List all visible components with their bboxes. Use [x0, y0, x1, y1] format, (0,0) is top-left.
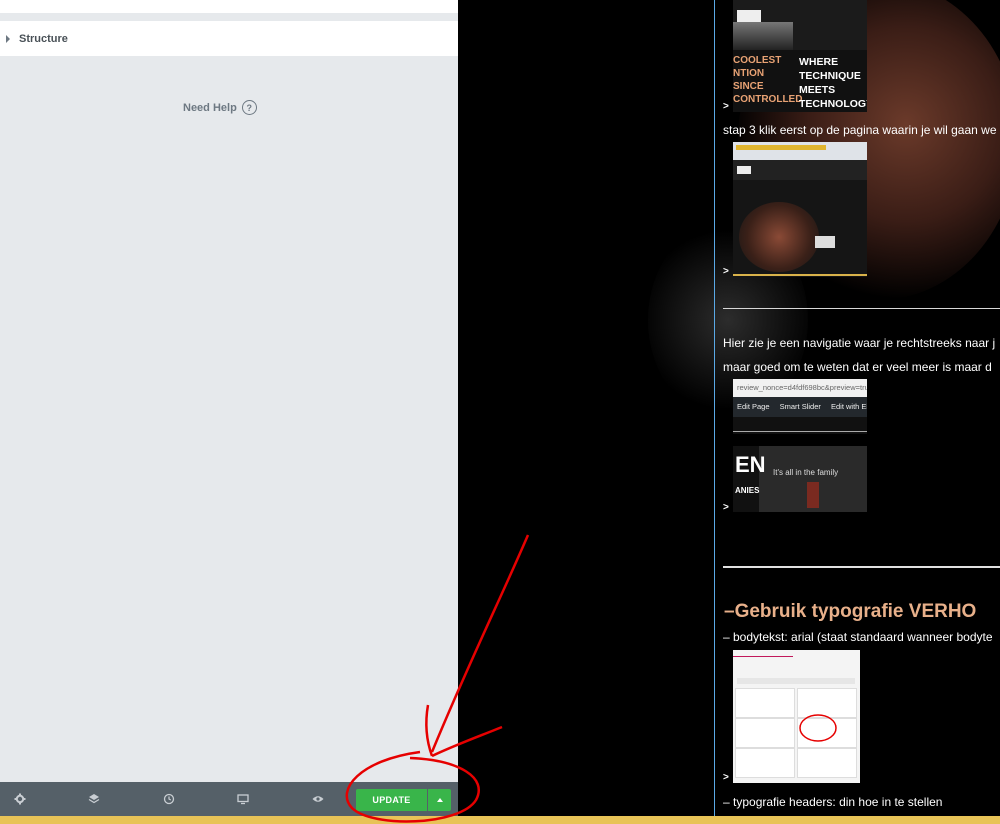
editor-panel: Structure Need Help ? — [0, 0, 458, 782]
thumb-logo: EN — [735, 452, 766, 477]
headers-text: – typografie headers: din hoe in te stel… — [723, 795, 943, 809]
page-preview: COOLEST NTION SINCE CONTROLLED WHERE TEC… — [458, 0, 1000, 816]
thumb-logo-sub: ANIES — [735, 486, 760, 495]
question-icon: ? — [241, 100, 257, 115]
need-help-label: Need Help — [183, 101, 237, 114]
thumbnail-family-banner: EN ANIES It's all in the family — [733, 446, 867, 512]
settings-icon[interactable] — [12, 791, 28, 807]
step3-text: stap 3 klik eerst op de pagina waarin je… — [723, 123, 997, 137]
update-options-button[interactable] — [428, 789, 451, 811]
thumb-url-text: review_nonce=d4fdf698bc&preview=true — [733, 379, 867, 397]
heading-typografie: –Gebruik typografie VERHO — [724, 601, 977, 622]
thumb-text-line: NTION SINCE — [733, 68, 765, 92]
thumb-text-line: CONTROLLED — [733, 94, 803, 105]
structure-label: Structure — [19, 32, 68, 45]
arrow-marker: > — [723, 772, 729, 783]
thumbnail-admin-bar: review_nonce=d4fdf698bc&preview=true Edi… — [733, 379, 867, 434]
arrow-marker: > — [723, 266, 729, 277]
thumbnail-website-hero: COOLEST NTION SINCE CONTROLLED WHERE TEC… — [733, 0, 867, 112]
layers-icon[interactable] — [86, 791, 102, 807]
need-help-link[interactable]: Need Help ? — [183, 100, 257, 115]
panel-divider — [0, 13, 458, 21]
preview-eye-icon[interactable] — [310, 791, 326, 807]
structure-section-toggle[interactable]: Structure — [0, 21, 458, 56]
thumbnail-elementor-widgets — [733, 650, 860, 783]
thumb-text-line: TECHNIQUE — [799, 70, 861, 82]
arrow-marker: > — [723, 101, 729, 112]
thumb-text-line: WHERE — [799, 56, 839, 68]
thumb-menu-item: Smart Slider — [779, 402, 821, 411]
column-guide — [714, 0, 715, 816]
divider — [723, 566, 1000, 568]
caret-right-icon — [6, 34, 10, 43]
arrow-marker: > — [723, 502, 729, 513]
thumb-text-line: MEETS — [799, 84, 836, 96]
bodytekst-text: – bodytekst: arial (staat standaard wann… — [723, 630, 993, 644]
thumbnail-browser-page — [733, 142, 867, 277]
history-icon[interactable] — [161, 791, 177, 807]
bottom-highlight-bar — [0, 816, 1000, 824]
thumb-text-line: TECHNOLOGY — [799, 98, 867, 110]
navigation-text-line1: Hier zie je een navigatie waar je rechts… — [723, 336, 996, 350]
responsive-desktop-icon[interactable] — [235, 791, 251, 807]
thumb-menu-item: Edit with El — [830, 402, 867, 411]
update-button[interactable]: UPDATE — [356, 789, 427, 811]
divider — [723, 308, 1000, 309]
caret-up-icon — [436, 798, 443, 802]
panel-top-section — [0, 0, 458, 13]
thumb-text-line: COOLEST — [733, 55, 782, 66]
thumb-menu-item: Edit Page — [737, 402, 770, 411]
navigation-text-line2: maar goed om te weten dat er veel meer i… — [723, 360, 992, 374]
thumb-tagline: It's all in the family — [773, 468, 839, 477]
